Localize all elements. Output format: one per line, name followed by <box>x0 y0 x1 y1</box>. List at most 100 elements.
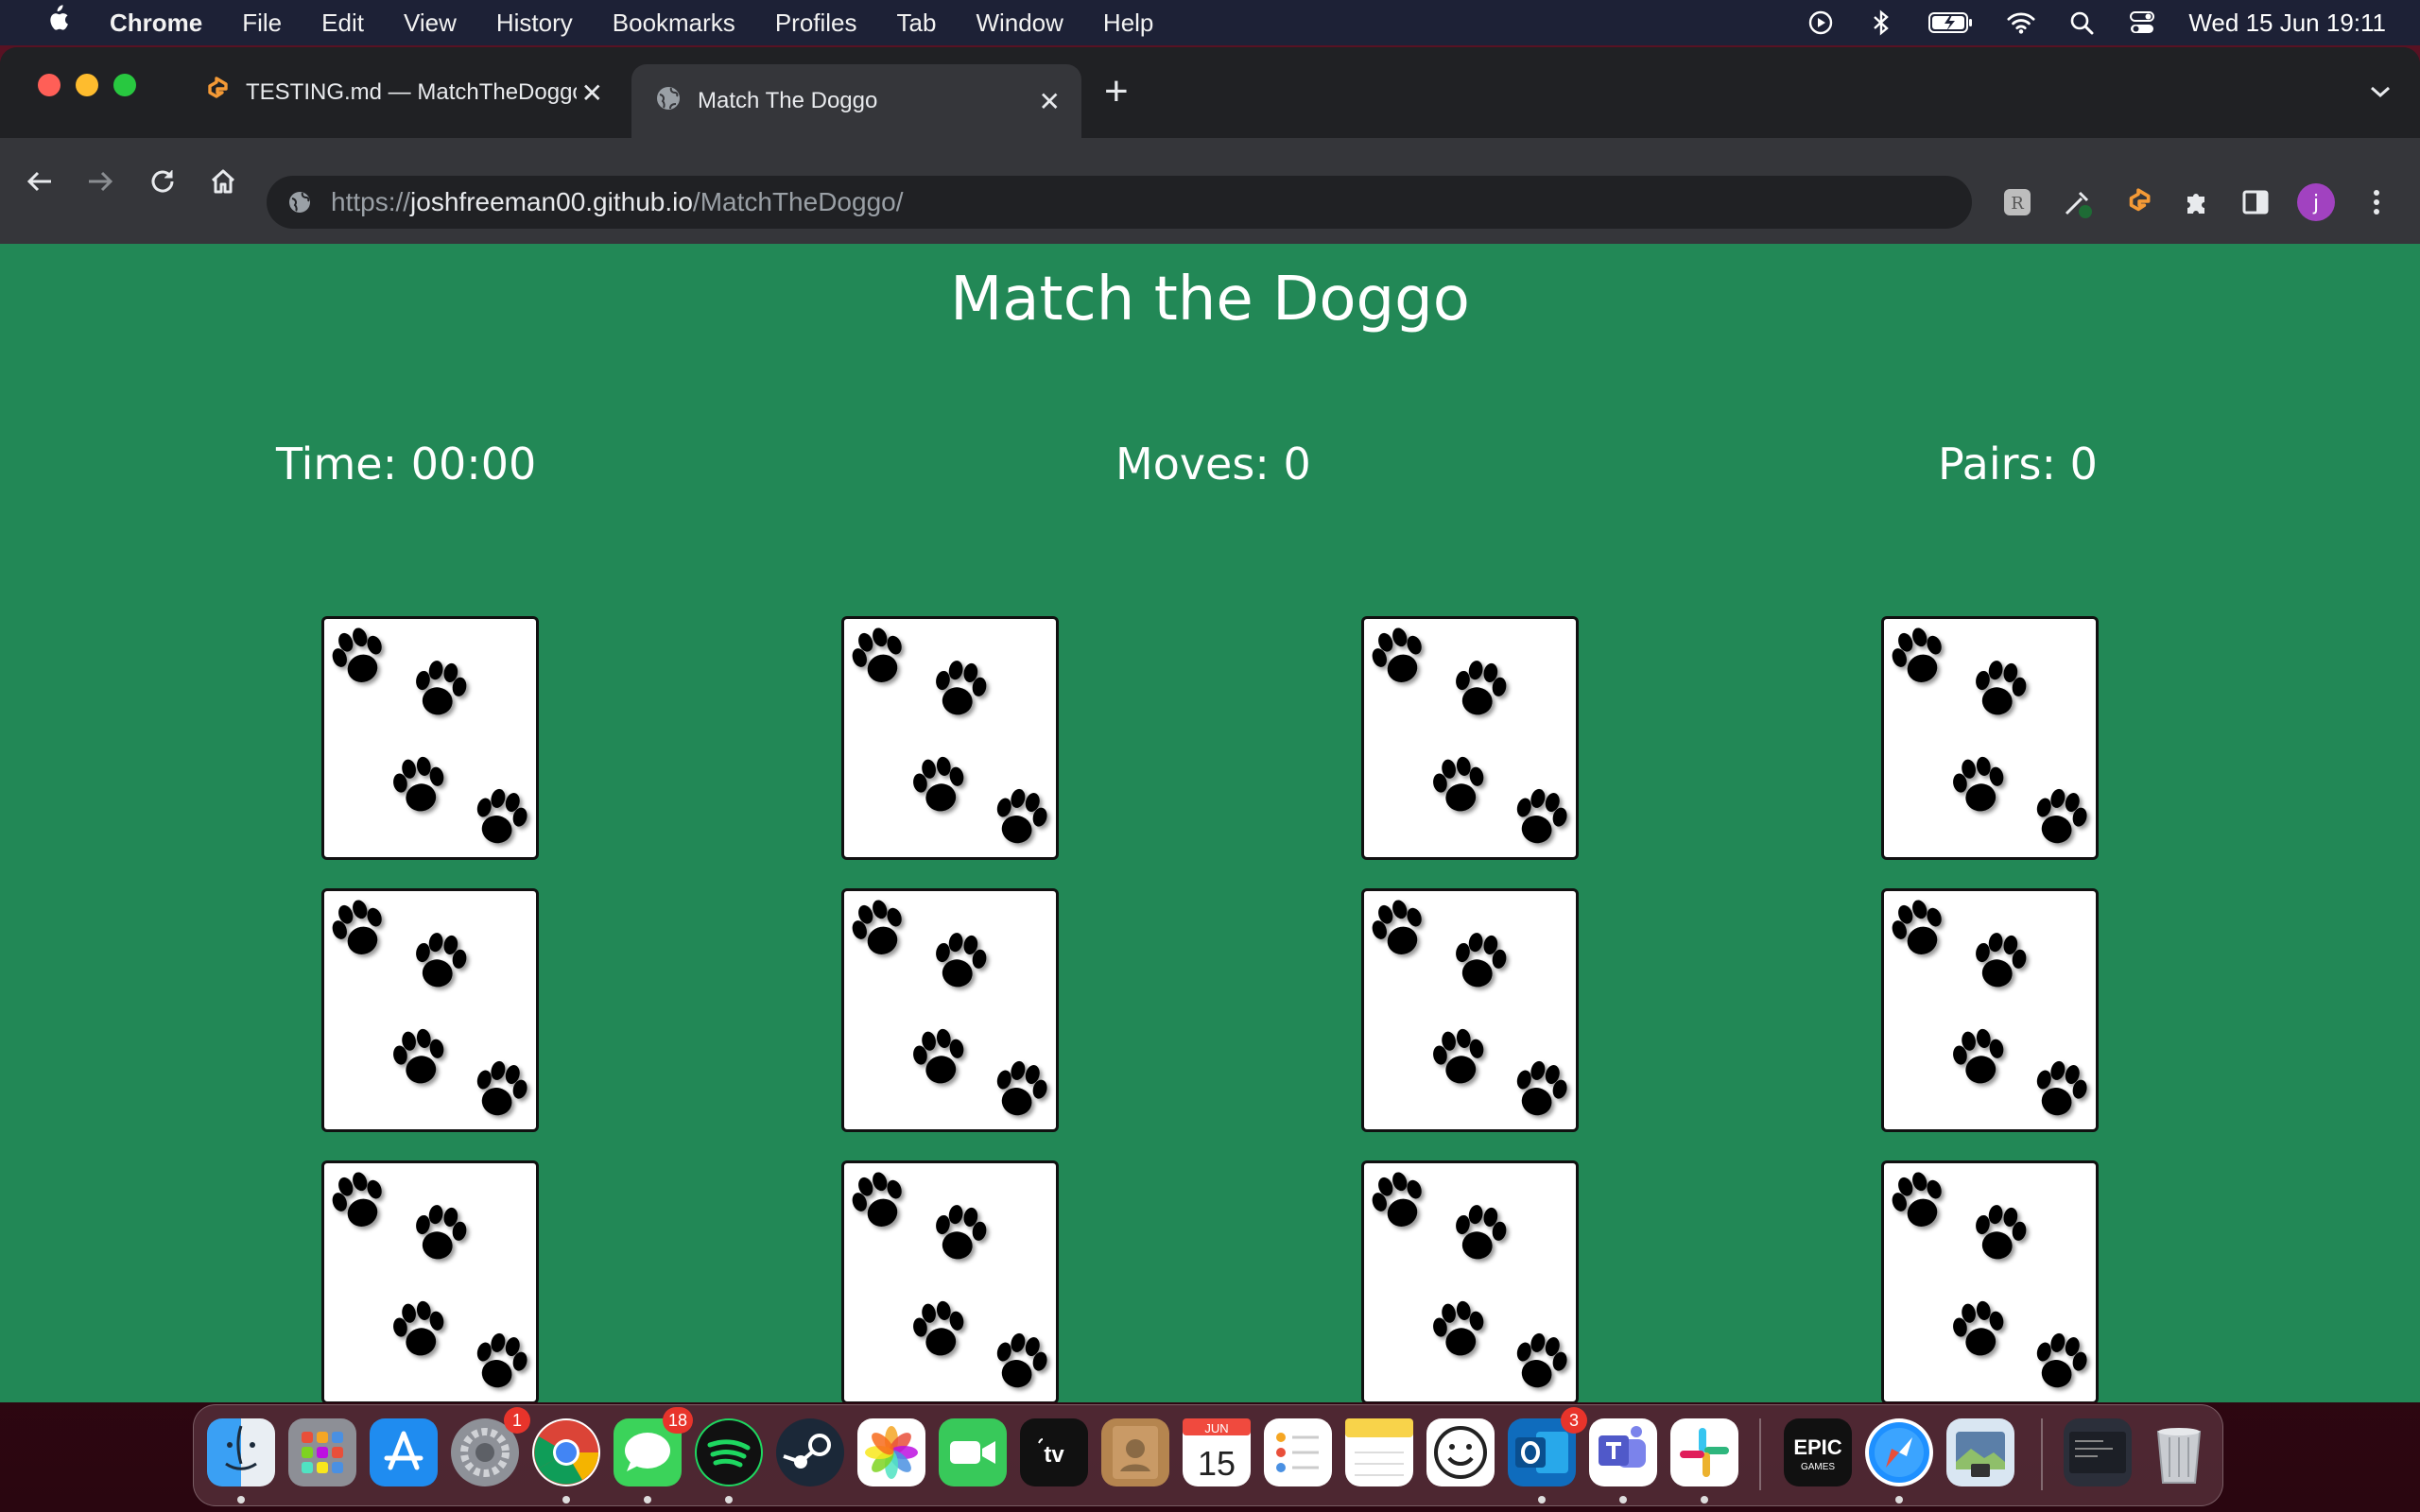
tab-strip: TESTING.md — MatchTheDoggo ✕ Match The D… <box>0 47 2420 138</box>
calendar-month: JUN <box>1204 1421 1228 1435</box>
extensions-puzzle-icon[interactable] <box>2174 180 2220 225</box>
memory-card[interactable] <box>841 1160 1059 1402</box>
match-the-doggo-page: Match the Doggo Time: 00:00 Moves: 0 Pai… <box>0 244 2420 1402</box>
recent-window-thumbnail[interactable] <box>2064 1418 2132 1486</box>
preview-icon[interactable] <box>1946 1418 2014 1486</box>
menu-tab[interactable]: Tab <box>897 9 937 38</box>
browser-toolbar: https://joshfreeman00.github.io/MatchThe… <box>0 138 2420 244</box>
game-title: Match the Doggo <box>950 265 1470 335</box>
home-icon[interactable] <box>200 159 246 204</box>
card-grid <box>0 607 2420 1402</box>
paw-prints-icon <box>852 627 1047 844</box>
close-tab-icon[interactable]: ✕ <box>581 77 603 109</box>
tab-testing-md[interactable]: TESTING.md — MatchTheDoggo ✕ <box>180 64 624 121</box>
paw-prints-icon <box>1372 627 1567 844</box>
reload-icon[interactable] <box>140 159 185 204</box>
menu-app-name[interactable]: Chrome <box>110 9 202 38</box>
notification-badge: 18 <box>662 1407 693 1434</box>
extension-eyedropper-icon[interactable] <box>2055 180 2100 225</box>
calendar-day: 15 <box>1198 1444 1236 1483</box>
svg-text:R: R <box>2011 194 2024 214</box>
photos-icon[interactable] <box>857 1418 925 1486</box>
chrome-icon[interactable] <box>532 1418 600 1486</box>
menu-view[interactable]: View <box>404 9 457 38</box>
gitpod-favicon-icon <box>202 76 231 111</box>
tab-search-chevron-icon[interactable] <box>2369 76 2392 106</box>
launchpad-icon[interactable] <box>288 1418 356 1486</box>
memory-card[interactable] <box>1361 888 1579 1132</box>
running-indicator <box>644 1496 651 1503</box>
menu-window[interactable]: Window <box>976 9 1063 38</box>
menu-history[interactable]: History <box>496 9 573 38</box>
memory-card[interactable] <box>1881 616 2099 860</box>
steam-icon[interactable] <box>776 1418 844 1486</box>
paw-prints-icon <box>852 900 1047 1116</box>
calendar-icon[interactable]: JUN 15 <box>1183 1418 1251 1486</box>
memory-card[interactable] <box>841 888 1059 1132</box>
notes-icon[interactable] <box>1345 1418 1413 1486</box>
close-window-button[interactable] <box>38 74 60 96</box>
new-tab-plus-icon[interactable]: + <box>1104 68 1129 115</box>
wifi-icon[interactable] <box>2007 9 2035 37</box>
finder-icon[interactable] <box>207 1418 275 1486</box>
close-tab-icon[interactable]: ✕ <box>1039 86 1061 117</box>
side-panel-icon[interactable] <box>2233 180 2278 225</box>
contacts-icon[interactable] <box>1101 1418 1169 1486</box>
memory-card[interactable] <box>841 616 1059 860</box>
battery-icon[interactable] <box>1927 9 1975 37</box>
profile-avatar[interactable]: j <box>2293 180 2339 225</box>
facetime-icon[interactable] <box>939 1418 1007 1486</box>
app-store-icon[interactable] <box>370 1418 438 1486</box>
slack-icon[interactable] <box>1670 1418 1738 1486</box>
paw-prints-icon <box>332 1172 527 1388</box>
apple-menu-icon[interactable] <box>38 4 76 42</box>
pairs-counter: Pairs: 0 <box>1938 438 2098 490</box>
memory-card[interactable] <box>1881 888 2099 1132</box>
back-arrow-icon[interactable] <box>17 159 62 204</box>
play-icon[interactable] <box>1806 9 1835 37</box>
chrome-window: TESTING.md — MatchTheDoggo ✕ Match The D… <box>0 47 2420 1402</box>
memory-card[interactable] <box>1361 616 1579 860</box>
teams-icon[interactable] <box>1589 1418 1657 1486</box>
memoji-app-icon[interactable] <box>1426 1418 1495 1486</box>
site-info-icon[interactable] <box>285 188 314 216</box>
menu-bookmarks[interactable]: Bookmarks <box>613 9 735 38</box>
menu-profiles[interactable]: Profiles <box>775 9 857 38</box>
memory-card[interactable] <box>1881 1160 2099 1402</box>
globe-favicon-icon <box>654 84 683 119</box>
menu-edit[interactable]: Edit <box>321 9 364 38</box>
apple-tv-icon[interactable]: tv <box>1020 1418 1088 1486</box>
memory-card[interactable] <box>321 888 539 1132</box>
forward-arrow-icon[interactable] <box>78 159 123 204</box>
spotify-icon[interactable] <box>695 1418 763 1486</box>
zoom-window-button[interactable] <box>113 74 136 96</box>
running-indicator <box>1701 1496 1708 1503</box>
bluetooth-icon[interactable] <box>1867 9 1895 37</box>
control-center-icon[interactable] <box>2128 9 2156 37</box>
safari-icon[interactable] <box>1865 1418 1933 1486</box>
menu-bar-clock[interactable]: Wed 15 Jun 19:11 <box>2188 9 2386 38</box>
memory-card[interactable] <box>321 616 539 860</box>
paw-prints-icon <box>1372 900 1567 1116</box>
epic-games-icon[interactable]: EPIC GAMES <box>1784 1418 1852 1486</box>
minimize-window-button[interactable] <box>76 74 98 96</box>
paw-prints-icon <box>1892 1172 2087 1388</box>
address-bar[interactable]: https://joshfreeman00.github.io/MatchThe… <box>267 176 1972 229</box>
system-preferences-icon[interactable]: 1 <box>451 1407 530 1486</box>
trash-icon[interactable] <box>2145 1418 2213 1486</box>
chrome-menu-kebab-icon[interactable] <box>2354 180 2399 225</box>
extension-gitpod-icon[interactable] <box>2116 180 2161 225</box>
menu-help[interactable]: Help <box>1103 9 1153 38</box>
messages-icon[interactable]: 18 <box>614 1407 693 1486</box>
reminders-icon[interactable] <box>1264 1418 1332 1486</box>
spotlight-search-icon[interactable] <box>2067 9 2096 37</box>
macos-menu-bar: Chrome File Edit View History Bookmarks … <box>0 0 2420 45</box>
memory-card[interactable] <box>321 1160 539 1402</box>
tab-match-the-doggo[interactable]: Match The Doggo ✕ <box>631 64 1081 138</box>
paw-prints-icon <box>1892 627 2087 844</box>
menu-file[interactable]: File <box>242 9 282 38</box>
outlook-icon[interactable]: 3 <box>1508 1407 1587 1486</box>
extension-readability-icon[interactable]: R <box>1995 180 2040 225</box>
epic-label-bottom: GAMES <box>1801 1462 1835 1472</box>
memory-card[interactable] <box>1361 1160 1579 1402</box>
